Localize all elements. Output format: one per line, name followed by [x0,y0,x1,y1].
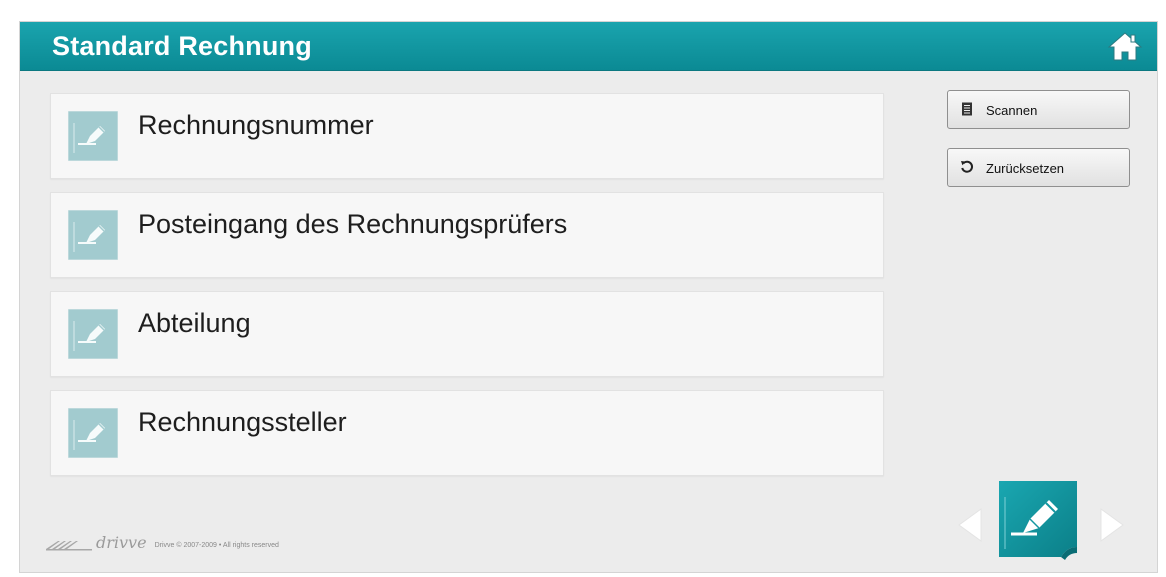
edit-field-icon [67,308,119,360]
document-icon [960,102,974,116]
field-abteilung[interactable]: Abteilung [50,291,884,377]
copyright-text: Drivve © 2007-2009 • All rights reserved [154,542,279,549]
arrow-right-icon [1100,508,1124,542]
scan-button-label: Scannen [986,103,1038,118]
previous-button[interactable] [955,505,985,550]
edit-field-icon [67,209,119,261]
field-label: Abteilung [138,308,251,338]
page-title: Standard Rechnung [52,31,312,61]
field-label: Posteingang des Rechnungsprüfers [138,209,568,239]
edit-field-icon [67,110,119,162]
current-document-indicator [997,477,1081,561]
home-icon [1107,32,1143,61]
next-button[interactable] [1097,505,1127,550]
field-label: Rechnungsnummer [138,110,374,140]
app-frame: Standard Rechnung Rechnungsnummer Postei… [19,21,1158,573]
field-label: Rechnungssteller [138,407,347,437]
reset-button-label: Zurücksetzen [986,161,1065,176]
reset-button[interactable]: Zurücksetzen [947,148,1130,187]
scan-button[interactable]: Scannen [947,90,1130,129]
edit-field-icon [67,407,119,459]
field-rechnungsnummer[interactable]: Rechnungsnummer [50,93,884,179]
title-bar: Standard Rechnung [20,22,1157,71]
edit-document-icon [999,481,1077,560]
brand-name: drivve [96,533,147,552]
home-button[interactable] [1107,31,1143,61]
drivve-logo-icon [46,541,92,551]
arrow-left-icon [958,508,982,542]
reset-icon [960,160,974,174]
footer-logo: drivve Drivve © 2007-2009 • All rights r… [46,531,279,551]
field-list: Rechnungsnummer Posteingang des Rechnung… [50,93,884,489]
field-posteingang[interactable]: Posteingang des Rechnungsprüfers [50,192,884,278]
field-rechnungssteller[interactable]: Rechnungssteller [50,390,884,476]
